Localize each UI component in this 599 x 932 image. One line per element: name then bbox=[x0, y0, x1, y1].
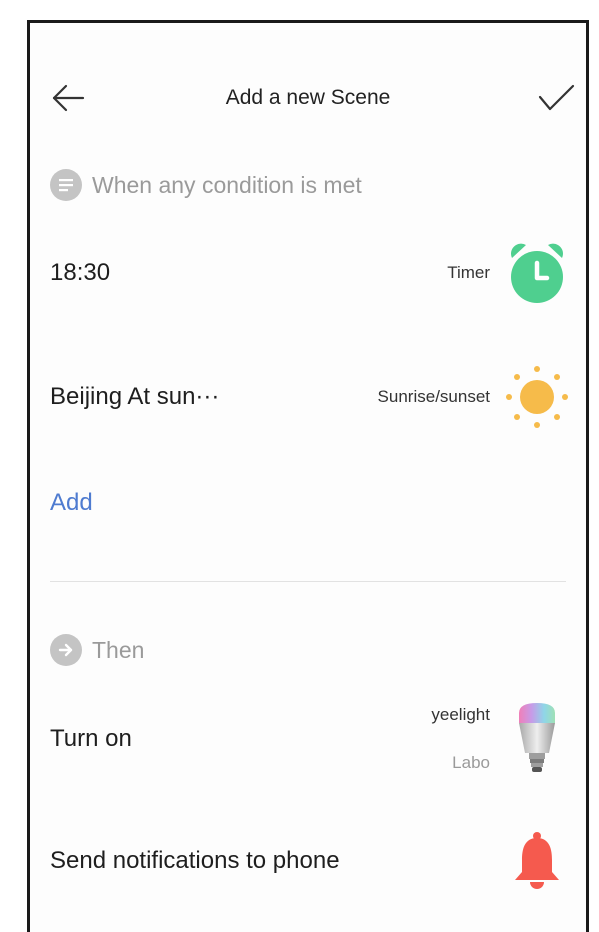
confirm-button[interactable] bbox=[536, 81, 576, 115]
phone-screen: Add a new Scene When any condition is me… bbox=[27, 20, 589, 932]
condition-type-label: Timer bbox=[447, 263, 490, 282]
actions-label: Then bbox=[92, 636, 145, 663]
sun-icon bbox=[502, 362, 572, 432]
conditions-label: When any condition is met bbox=[92, 171, 362, 198]
bulb-icon bbox=[502, 703, 572, 774]
page-title: Add a new Scene bbox=[225, 86, 391, 109]
device-room: Labo bbox=[452, 753, 490, 772]
arrow-right-circle-icon bbox=[50, 634, 82, 666]
action-notification-row[interactable]: Send notifications to phone bbox=[50, 821, 572, 901]
add-condition-link[interactable]: Add bbox=[50, 489, 93, 517]
alarm-clock-icon bbox=[502, 238, 572, 308]
condition-sunrise-row[interactable]: Beijing At sun··· Sunrise/sunset bbox=[50, 357, 572, 437]
action-label: Turn on bbox=[50, 725, 132, 752]
condition-time-value: 18:30 bbox=[50, 259, 111, 286]
conditions-section-header: When any condition is met bbox=[50, 167, 362, 203]
action-turn-on-row[interactable]: Turn on yeelight Labo bbox=[50, 699, 572, 779]
device-name: yeelight bbox=[431, 705, 490, 724]
actions-section-header: Then bbox=[50, 632, 144, 668]
condition-list-icon bbox=[50, 169, 82, 201]
condition-timer-row[interactable]: 18:30 Timer bbox=[50, 233, 572, 313]
checkmark-icon bbox=[538, 84, 575, 111]
action-label: Send notifications to phone bbox=[50, 847, 340, 874]
bell-icon bbox=[502, 826, 572, 896]
header-bar: Add a new Scene bbox=[30, 73, 586, 123]
condition-location-value: Beijing At sun··· bbox=[50, 383, 220, 410]
condition-type-label: Sunrise/sunset bbox=[377, 387, 490, 406]
section-divider bbox=[50, 581, 566, 582]
